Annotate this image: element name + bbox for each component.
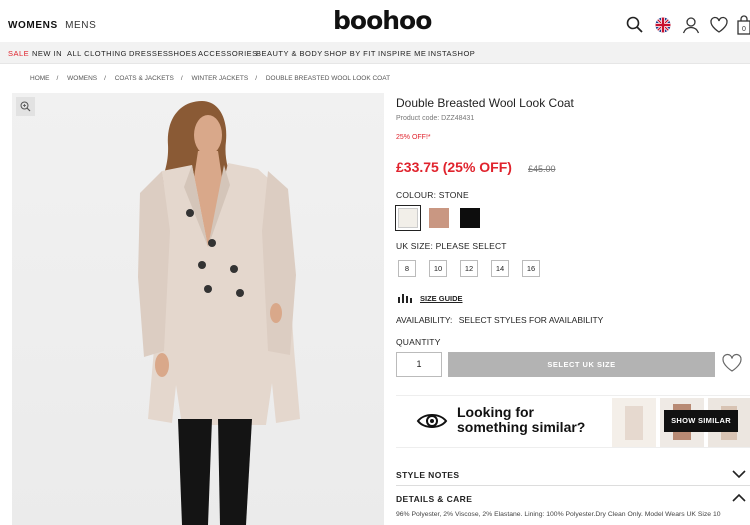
- size-option-10[interactable]: 10: [429, 260, 447, 277]
- search-icon[interactable]: [624, 14, 646, 36]
- tab-womens[interactable]: WOMENS: [8, 20, 58, 31]
- details-text: 96% Polyester, 2% Viscose, 2% Elastane. …: [396, 511, 721, 518]
- size-guide-link[interactable]: SIZE GUIDE: [420, 294, 463, 303]
- uk-flag-icon[interactable]: [652, 14, 674, 36]
- breadcrumb: HOME / WOMENS / COATS & JACKETS / WINTER JA…: [30, 75, 391, 82]
- breadcrumb-winter-jackets[interactable]: WINTER JACKETS: [191, 75, 248, 82]
- breadcrumb-current: DOUBLE BREASTED WOOL LOOK COAT: [265, 75, 391, 82]
- size-guide-icon: [398, 294, 412, 303]
- nav-item-all-clothing[interactable]: ALL CLOTHING: [67, 49, 127, 58]
- size-option-14[interactable]: 14: [491, 260, 509, 277]
- colour-row: COLOUR: STONE: [396, 190, 469, 200]
- zoom-icon[interactable]: [16, 97, 35, 116]
- size-label: UK SIZE:: [396, 241, 434, 251]
- size-option-12[interactable]: 12: [460, 260, 478, 277]
- discount-note: 25% OFF!*: [396, 134, 431, 141]
- nav-item-instashop[interactable]: INSTASHOP: [428, 49, 475, 58]
- nav-item-sale[interactable]: SALE: [8, 49, 29, 58]
- breadcrumb-womens[interactable]: WOMENS: [67, 75, 97, 82]
- product-code: Product code: DZZ48431: [396, 115, 475, 122]
- colour-value: STONE: [438, 190, 469, 200]
- nav-item-shop-by-fit[interactable]: SHOP BY FIT: [324, 49, 376, 58]
- main-nav: SALE NEW IN ALL CLOTHING DRESSES SHOES A…: [0, 42, 750, 64]
- nav-item-inspire-me[interactable]: INSPIRE ME: [378, 49, 426, 58]
- product-title: Double Breasted Wool Look Coat: [396, 96, 574, 110]
- original-price: £45.00: [528, 164, 556, 174]
- nav-item-new-in[interactable]: NEW IN: [32, 49, 62, 58]
- similar-heading: Looking for something similar?: [457, 405, 585, 435]
- bag-icon[interactable]: 0: [734, 14, 750, 36]
- swatch-black[interactable]: [460, 208, 480, 228]
- swatch-camel[interactable]: [429, 208, 449, 228]
- save-heart-icon[interactable]: [721, 352, 743, 374]
- size-option-16[interactable]: 16: [522, 260, 540, 277]
- chevron-down-icon: [732, 470, 746, 479]
- availability-row: AVAILABILITY: SELECT STYLES FOR AVAILABI…: [396, 315, 603, 325]
- style-notes-accordion[interactable]: STYLE NOTES: [396, 464, 750, 486]
- size-option-8[interactable]: 8: [398, 260, 416, 277]
- size-value: PLEASE SELECT: [435, 241, 507, 251]
- eye-icon: [416, 414, 448, 428]
- similar-line-1: Looking for: [457, 404, 534, 420]
- nav-item-shoes[interactable]: SHOES: [168, 49, 197, 58]
- details-care-label: DETAILS & CARE: [396, 494, 473, 504]
- breadcrumb-home[interactable]: HOME: [30, 75, 50, 82]
- add-to-bag-button[interactable]: SELECT UK SIZE: [448, 352, 715, 377]
- nav-item-dresses[interactable]: DRESSES: [129, 49, 168, 58]
- nav-item-beauty-body[interactable]: BEAUTY & BODY: [256, 49, 323, 58]
- size-row: UK SIZE: PLEASE SELECT: [396, 241, 507, 251]
- style-notes-label: STYLE NOTES: [396, 470, 460, 480]
- colour-label: COLOUR:: [396, 190, 437, 200]
- breadcrumb-coats-jackets[interactable]: COATS & JACKETS: [115, 75, 174, 82]
- wishlist-icon[interactable]: [708, 14, 730, 36]
- similar-line-2: something similar?: [457, 419, 586, 435]
- nav-item-accessories[interactable]: ACCESSORIES: [198, 49, 258, 58]
- quantity-label: QUANTITY: [396, 337, 441, 347]
- product-image[interactable]: [12, 93, 384, 525]
- gender-switch: WOMENS MENS: [8, 20, 100, 31]
- bag-count: 0: [742, 26, 746, 33]
- availability-value: SELECT STYLES FOR AVAILABILITY: [458, 315, 604, 325]
- swatch-stone[interactable]: [395, 205, 421, 231]
- availability-label: AVAILABILITY:: [396, 315, 453, 325]
- logo[interactable]: boohoo: [333, 6, 432, 35]
- tab-mens[interactable]: MENS: [65, 20, 96, 31]
- site-header: WOMENS MENS boohoo 0: [0, 0, 750, 42]
- model-photo: [138, 101, 300, 525]
- account-icon[interactable]: [680, 14, 702, 36]
- similar-thumb-1[interactable]: [612, 398, 656, 447]
- sale-price: £33.75 (25% OFF): [396, 159, 512, 175]
- details-care-accordion[interactable]: DETAILS & CARE: [396, 488, 750, 510]
- quantity-input[interactable]: 1: [396, 352, 442, 377]
- chevron-up-icon: [732, 493, 746, 502]
- show-similar-button[interactable]: SHOW SIMILAR: [664, 410, 738, 432]
